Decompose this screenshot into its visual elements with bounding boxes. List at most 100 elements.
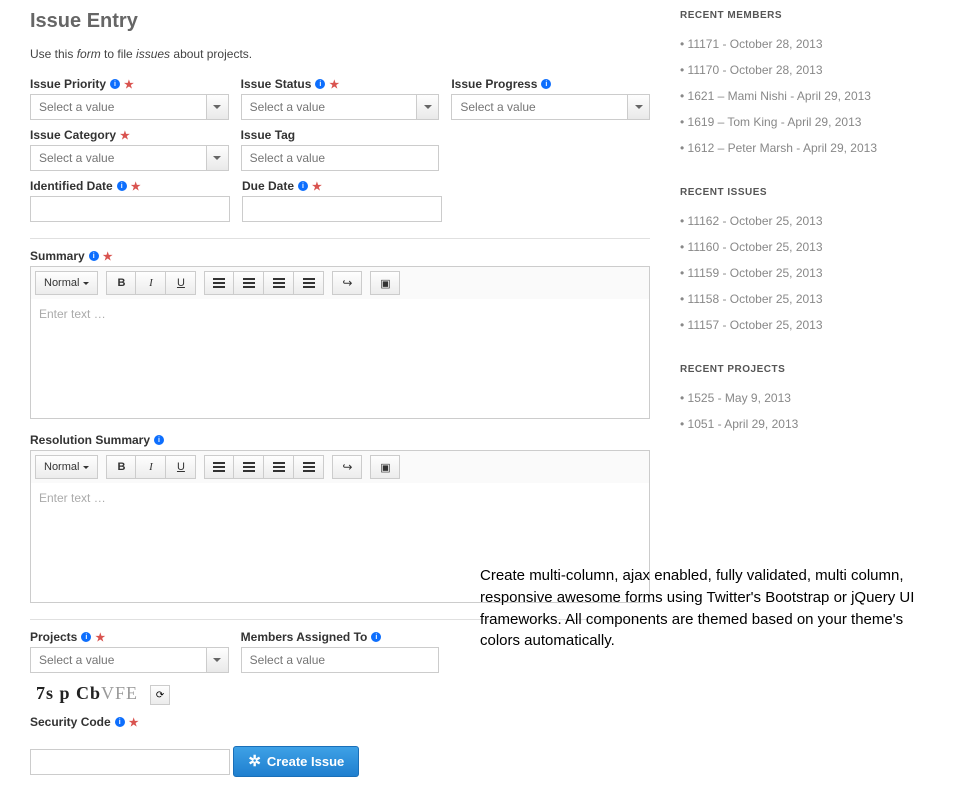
info-icon[interactable]: i bbox=[89, 251, 99, 261]
format-normal-button[interactable]: Normal bbox=[35, 455, 98, 479]
outdent-button[interactable] bbox=[264, 271, 294, 295]
promo-text: Create multi-column, ajax enabled, fully… bbox=[480, 565, 930, 652]
status-select-input[interactable] bbox=[242, 95, 417, 119]
list-item[interactable]: 11160 - October 25, 2013 bbox=[680, 234, 940, 260]
info-icon[interactable]: i bbox=[541, 79, 551, 89]
underline-icon: U bbox=[177, 461, 185, 473]
image-button[interactable]: ▣ bbox=[370, 455, 400, 479]
bold-button[interactable]: B bbox=[106, 271, 136, 295]
security-code-input[interactable] bbox=[30, 749, 230, 775]
due-date-label-text: Due Date bbox=[242, 179, 294, 193]
info-icon[interactable]: i bbox=[117, 181, 127, 191]
required-star-icon: ★ bbox=[131, 180, 141, 193]
identified-date-input[interactable] bbox=[30, 196, 230, 222]
caret-down-icon[interactable] bbox=[416, 95, 438, 119]
image-button[interactable]: ▣ bbox=[370, 271, 400, 295]
link-icon: ↪ bbox=[342, 276, 352, 290]
list-item[interactable]: 11159 - October 25, 2013 bbox=[680, 260, 940, 286]
list-ol-icon bbox=[243, 278, 255, 288]
list-item[interactable]: 1621 – Mami Nishi - April 29, 2013 bbox=[680, 83, 940, 109]
tag-input[interactable] bbox=[241, 145, 440, 171]
underline-button[interactable]: U bbox=[166, 271, 196, 295]
members-label: Members Assigned To i bbox=[241, 630, 440, 644]
summary-editor[interactable]: Enter text … bbox=[30, 299, 650, 419]
required-star-icon: ★ bbox=[124, 78, 134, 91]
create-issue-label: Create Issue bbox=[267, 754, 344, 769]
indent-button[interactable] bbox=[294, 455, 324, 479]
projects-label: Projects i ★ bbox=[30, 630, 229, 644]
bug-icon: ✲ bbox=[248, 754, 261, 769]
caret-down-icon[interactable] bbox=[206, 146, 228, 170]
members-input[interactable] bbox=[241, 647, 440, 673]
category-select[interactable] bbox=[30, 145, 229, 171]
captcha-image: 7s p Cb VFE bbox=[30, 681, 144, 709]
list-ul-icon bbox=[213, 278, 225, 288]
info-icon[interactable]: i bbox=[110, 79, 120, 89]
due-date-label: Due Date i ★ bbox=[242, 179, 442, 193]
ol-button[interactable] bbox=[234, 271, 264, 295]
ul-button[interactable] bbox=[204, 271, 234, 295]
required-star-icon: ★ bbox=[103, 250, 113, 263]
summary-label-text: Summary bbox=[30, 249, 85, 263]
intro-suffix: about projects. bbox=[170, 47, 252, 61]
format-normal-button[interactable]: Normal bbox=[35, 271, 98, 295]
status-select[interactable] bbox=[241, 94, 440, 120]
caret-down-icon[interactable] bbox=[206, 95, 228, 119]
ol-button[interactable] bbox=[234, 455, 264, 479]
create-issue-button[interactable]: ✲ Create Issue bbox=[233, 746, 359, 777]
required-star-icon: ★ bbox=[329, 78, 339, 91]
progress-select[interactable] bbox=[451, 94, 650, 120]
list-item[interactable]: 1612 – Peter Marsh - April 29, 2013 bbox=[680, 135, 940, 161]
progress-label-text: Issue Progress bbox=[451, 77, 537, 91]
priority-select-input[interactable] bbox=[31, 95, 206, 119]
info-icon[interactable]: i bbox=[115, 717, 125, 727]
list-item[interactable]: 1619 – Tom King - April 29, 2013 bbox=[680, 109, 940, 135]
link-icon: ↪ bbox=[342, 460, 352, 474]
priority-label-text: Issue Priority bbox=[30, 77, 106, 91]
security-code-label: Security Code i ★ bbox=[30, 715, 650, 729]
list-item[interactable]: 11162 - October 25, 2013 bbox=[680, 208, 940, 234]
info-icon[interactable]: i bbox=[315, 79, 325, 89]
info-icon[interactable]: i bbox=[371, 632, 381, 642]
bold-button[interactable]: B bbox=[106, 455, 136, 479]
list-item[interactable]: 1051 - April 29, 2013 bbox=[680, 411, 940, 437]
members-label-text: Members Assigned To bbox=[241, 630, 368, 644]
captcha-refresh-button[interactable]: ⟳ bbox=[150, 685, 170, 705]
info-icon[interactable]: i bbox=[81, 632, 91, 642]
resolution-label-text: Resolution Summary bbox=[30, 433, 150, 447]
list-item[interactable]: 11170 - October 28, 2013 bbox=[680, 57, 940, 83]
projects-select-input[interactable] bbox=[31, 648, 206, 672]
underline-button[interactable]: U bbox=[166, 455, 196, 479]
recent-projects-heading: RECENT PROJECTS bbox=[680, 364, 940, 375]
info-icon[interactable]: i bbox=[298, 181, 308, 191]
tag-label: Issue Tag bbox=[241, 128, 440, 142]
progress-select-input[interactable] bbox=[452, 95, 627, 119]
captcha-text-faint: VFE bbox=[101, 683, 138, 704]
due-date-input[interactable] bbox=[242, 196, 442, 222]
status-label-text: Issue Status bbox=[241, 77, 312, 91]
caret-down-icon[interactable] bbox=[627, 95, 649, 119]
info-icon[interactable]: i bbox=[154, 435, 164, 445]
link-button[interactable]: ↪ bbox=[332, 455, 362, 479]
resolution-label: Resolution Summary i bbox=[30, 433, 650, 447]
link-button[interactable]: ↪ bbox=[332, 271, 362, 295]
image-icon: ▣ bbox=[380, 461, 390, 474]
ul-button[interactable] bbox=[204, 455, 234, 479]
list-item[interactable]: 11157 - October 25, 2013 bbox=[680, 312, 940, 338]
italic-button[interactable]: I bbox=[136, 271, 166, 295]
caret-down-icon[interactable] bbox=[206, 648, 228, 672]
italic-button[interactable]: I bbox=[136, 455, 166, 479]
caret-down-icon bbox=[83, 282, 89, 285]
outdent-button[interactable] bbox=[264, 455, 294, 479]
list-item[interactable]: 11158 - October 25, 2013 bbox=[680, 286, 940, 312]
divider bbox=[30, 238, 650, 239]
recent-members-list: 11171 - October 28, 2013 11170 - October… bbox=[680, 31, 940, 161]
projects-select[interactable] bbox=[30, 647, 229, 673]
list-item[interactable]: 1525 - May 9, 2013 bbox=[680, 385, 940, 411]
priority-select[interactable] bbox=[30, 94, 229, 120]
category-select-input[interactable] bbox=[31, 146, 206, 170]
indent-button[interactable] bbox=[294, 271, 324, 295]
image-icon: ▣ bbox=[380, 277, 390, 290]
list-item[interactable]: 11171 - October 28, 2013 bbox=[680, 31, 940, 57]
underline-icon: U bbox=[177, 277, 185, 289]
